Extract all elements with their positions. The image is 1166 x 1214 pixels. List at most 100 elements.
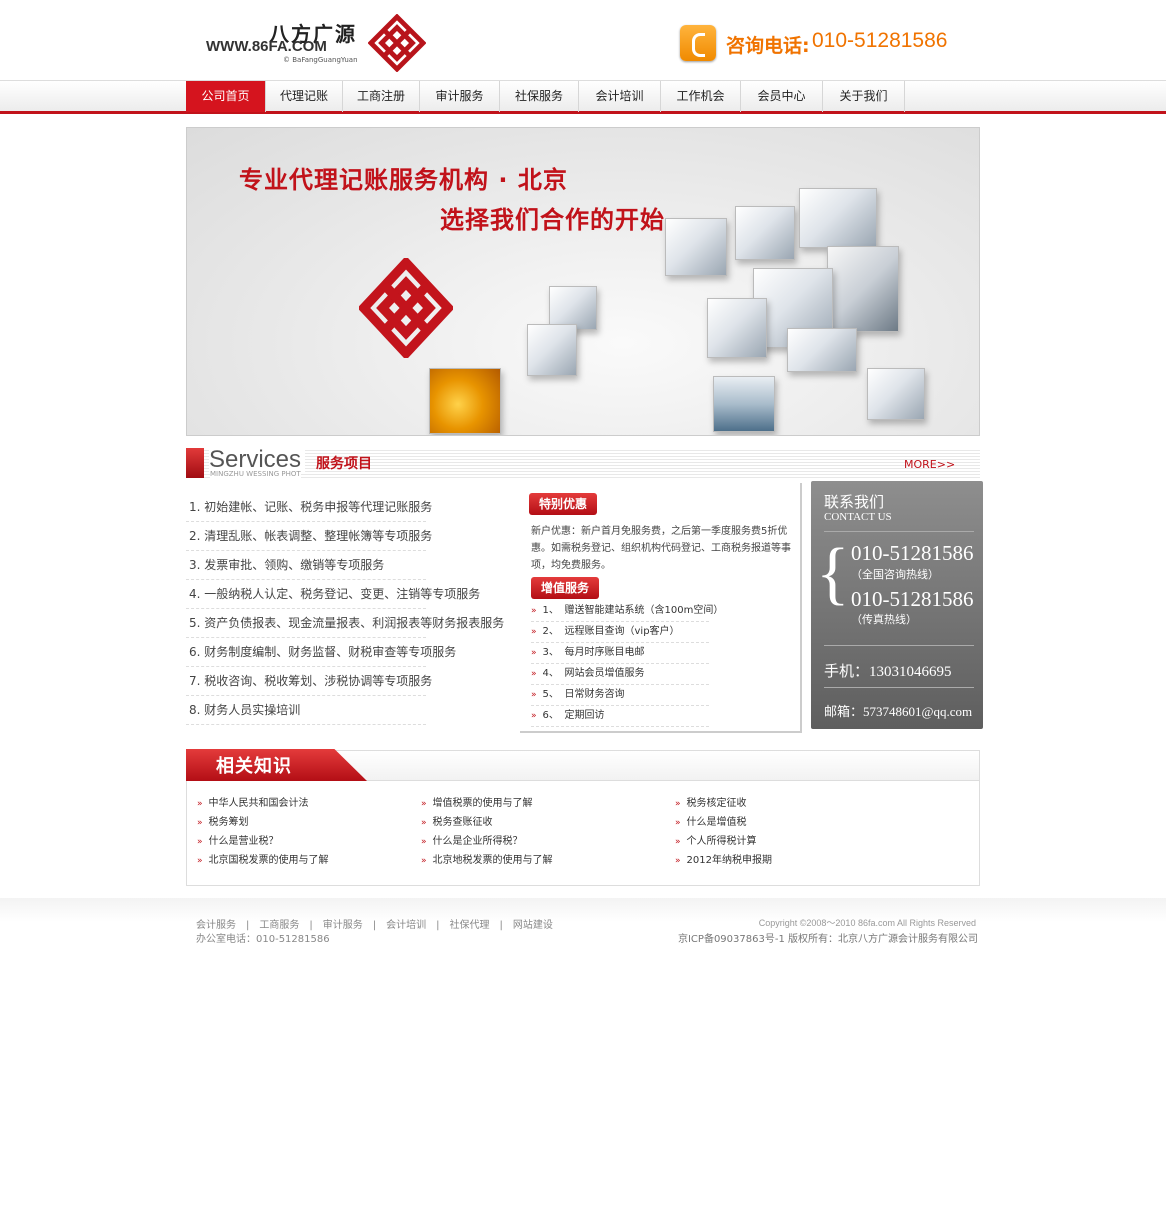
service-item-label[interactable]: 4. 一般纳税人认定、税务登记、变更、注销等专项服务 [189,587,480,601]
banner-cube [707,298,767,358]
arrow-right-icon: » [675,799,681,809]
vas-item[interactable]: » 2、 远程账目查询（vip客户） [531,622,709,643]
vas-item[interactable]: » 1、 赠送智能建站系统（含100m空间） [531,601,723,622]
knowledge-header: 相关知识 [186,749,979,781]
nav-item[interactable]: 代理记账 [266,81,343,112]
footer-links: 会计服务 | 工商服务 | 审计服务 | 会计培训 | 社保代理 | 网站建设 [196,916,553,931]
knowledge-link-label: 中华人民共和国会计法 [208,798,309,809]
knowledge-link-label: 税务核定征收 [686,798,747,809]
knowledge-column: » 中华人民共和国会计法 » 税务筹划 » 什么是营业税？ » 北京国税发票的使用与了解 [197,795,329,871]
service-item-label[interactable]: 6. 财务制度编制、财务监督、财税审查等专项服务 [189,645,456,659]
vas-item-number: 6、 [542,710,559,721]
footer-link[interactable]: 会计培训 [386,920,426,931]
banner-cube [827,246,899,332]
knowledge-link[interactable]: » 什么是企业所得税？ [421,833,553,852]
value-added-list: » 1、 赠送智能建站系统（含100m空间） » 2、 远程账目查询（vip客户） » 3、每… [531,601,723,727]
footer-icp: 京ICP备09037863号-1 版权所有：北京八方广源会计服务有限公司 [677,934,978,945]
service-item: 4. 一般纳税人认定、税务登记、变更、注销等专项服务 [186,580,480,609]
footer-link[interactable]: 网站建设 [513,920,553,931]
footer-link[interactable]: 社保代理 [450,920,490,931]
vas-item[interactable]: » 5、 日常财务咨询 [531,685,709,706]
arrow-right-icon: » [531,711,537,721]
vas-item-number: 3、 [542,647,559,658]
banner-knot-icon [359,258,453,358]
arrow-right-icon: » [531,690,537,700]
service-item: 6. 财务制度编制、财务监督、财税审查等专项服务 [186,638,456,667]
knowledge-link-label: 北京地税发票的使用与了解 [432,855,553,866]
nav-item[interactable]: 会员中心 [741,81,823,112]
nav-item[interactable]: 工作机会 [661,81,741,112]
main-navbar: 公司首页 代理记账 工商注册 审计服务 社保服务 会计培训 工作机会 会员中心 关于我们 [0,80,1166,114]
banner-cube [665,218,727,276]
arrow-right-icon: » [421,837,427,847]
main-nav: 公司首页 代理记账 工商注册 审计服务 社保服务 会计培训 工作机会 会员中心 关于我们 [186,81,905,112]
arrow-right-icon: » [421,799,427,809]
footer-link-separator: | [372,920,377,931]
nav-item[interactable]: 关于我们 [823,81,905,112]
banner-cube [787,328,857,372]
knowledge-link[interactable]: » 什么是营业税？ [197,833,329,852]
nav-item[interactable]: 公司首页 [186,81,266,112]
hotline-number: 010-51281586 [812,29,948,52]
knowledge-link[interactable]: » 增值税票的使用与了解 [421,795,553,814]
knowledge-link[interactable]: » 北京地税发票的使用与了解 [421,852,553,871]
knowledge-link-label: 什么是营业税？ [208,836,279,847]
nav-item[interactable]: 审计服务 [420,81,500,112]
service-item-label[interactable]: 7. 税收咨询、税收筹划、涉税协调等专项服务 [189,674,432,688]
knowledge-link[interactable]: » 中华人民共和国会计法 [197,795,329,814]
knowledge-link-label: 什么是企业所得税？ [432,836,523,847]
vas-item[interactable]: » 6、 定期回访 [531,706,709,727]
knowledge-link-label: 税务查账征收 [432,817,493,828]
services-subtitle-en: MINGZHU WESSING PHOT [210,470,301,478]
banner-cube [527,324,577,376]
knowledge-title: 相关知识 [216,756,292,777]
knowledge-section: 相关知识 » 中华人民共和国会计法 » 税务筹划 » 什么是营业税？ » 北京国税发票的使用与… [186,749,980,886]
knowledge-tab: 相关知识 [186,749,367,781]
service-item-label[interactable]: 2. 清理乱账、帐表调整、整理帐簿等专项服务 [189,529,432,543]
banner-headline: 专业代理记账服务机构 · 北京 [239,166,568,194]
site-logo[interactable]: 八方广源 WWW.86FA.COM © BaFangGuangYuan [203,14,433,74]
offers-panel: 特别优惠 新户优惠：新户首月免服务费，之后第一季度服务费5折优惠。如需税务登记、… [520,483,802,733]
knowledge-link[interactable]: » 2012年纳税申报期 [675,852,772,871]
knowledge-link[interactable]: » 个人所得税计算 [675,833,772,852]
arrow-right-icon: » [197,799,203,809]
vas-tag: 增值服务 [531,577,600,599]
banner-tagline: 选择我们合作的开始 [440,206,665,234]
logo-knot-icon [368,14,426,72]
arrow-right-icon: » [675,856,681,866]
service-item-label[interactable]: 5. 资产负债报表、现金流量报表、利润报表等财务报表服务 [189,616,504,630]
service-item: 2. 清理乱账、帐表调整、整理帐簿等专项服务 [186,522,432,551]
knowledge-link-label: 个人所得税计算 [686,836,757,847]
contact-email: 邮箱：573748601@qq.com [824,704,973,719]
vas-item[interactable]: » 3、 每月时序账目电邮 [531,643,709,664]
banner-cube [713,376,775,432]
services-more-link[interactable]: MORE>> [904,458,955,471]
vas-item-label: 网站会员增值服务 [564,668,645,679]
vas-item-number: 5、 [542,689,559,700]
vas-item-number: 2、 [542,626,559,637]
footer-office-phone: 办公室电话：010-51281586 [196,934,330,945]
contact-mobile: 手机：13031046695 [824,664,952,680]
knowledge-column: » 税务核定征收 » 什么是增值税 » 个人所得税计算 » 2012年纳税申报期 [675,795,772,871]
nav-item[interactable]: 工商注册 [343,81,420,112]
service-item-label[interactable]: 1. 初始建帐、记账、税务申报等代理记账服务 [189,500,432,514]
services-accent-bar [186,448,204,478]
nav-item[interactable]: 社保服务 [500,81,579,112]
service-item-label[interactable]: 3. 发票审批、领购、缴销等专项服务 [189,558,384,572]
nav-item[interactable]: 会计培训 [579,81,661,112]
knowledge-link[interactable]: » 税务查账征收 [421,814,553,833]
contact-divider [824,645,974,646]
arrow-right-icon: » [675,837,681,847]
arrow-right-icon: » [531,669,537,679]
site-footer: 会计服务 | 工商服务 | 审计服务 | 会计培训 | 社保代理 | 网站建设 办公室电话：010-… [0,898,1166,958]
knowledge-link[interactable]: » 税务核定征收 [675,795,772,814]
service-item-label[interactable]: 8. 财务人员实操培训 [189,703,300,717]
service-item: 3. 发票审批、领购、缴销等专项服务 [186,551,426,580]
knowledge-link[interactable]: » 什么是增值税 [675,814,772,833]
knowledge-link[interactable]: » 税务筹划 [197,814,329,833]
knowledge-link[interactable]: » 北京国税发票的使用与了解 [197,852,329,871]
vas-item[interactable]: » 4、 网站会员增值服务 [531,664,709,685]
banner-cube [867,368,925,420]
vas-item-label: 远程账目查询（vip客户） [564,626,680,637]
contact-subtitle: CONTACT US [824,511,892,523]
